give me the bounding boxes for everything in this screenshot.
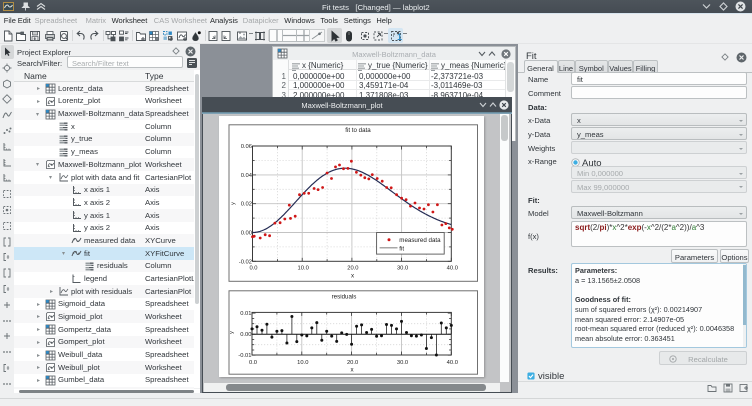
- svg-text:0.01: 0.01: [240, 311, 251, 317]
- svg-text:40.0: 40.0: [447, 360, 458, 366]
- svg-text:fit: fit: [399, 245, 404, 252]
- svg-text:y: y: [231, 202, 237, 205]
- svg-text:10.0: 10.0: [297, 360, 308, 366]
- svg-text:10.0: 10.0: [298, 265, 309, 271]
- svg-text:residuals: residuals: [332, 294, 357, 301]
- svg-text:30.0: 30.0: [397, 360, 408, 366]
- svg-text:measured data: measured data: [399, 237, 441, 244]
- svg-text:0.0: 0.0: [249, 265, 257, 271]
- svg-text:20.0: 20.0: [347, 360, 358, 366]
- svg-text:0.04: 0.04: [241, 173, 253, 179]
- svg-text:y: y: [229, 331, 235, 334]
- svg-text:0.00: 0.00: [241, 231, 252, 237]
- svg-text:fit to data: fit to data: [345, 127, 371, 134]
- svg-text:0.06: 0.06: [241, 144, 252, 150]
- svg-text:30.0: 30.0: [397, 265, 408, 271]
- svg-text:-0.01: -0.01: [238, 353, 251, 359]
- svg-text:0.0: 0.0: [249, 360, 257, 366]
- svg-text:20.0: 20.0: [347, 265, 358, 271]
- svg-text:0.02: 0.02: [241, 202, 252, 208]
- svg-text:40.0: 40.0: [447, 265, 458, 271]
- svg-text:0.00: 0.00: [240, 332, 251, 338]
